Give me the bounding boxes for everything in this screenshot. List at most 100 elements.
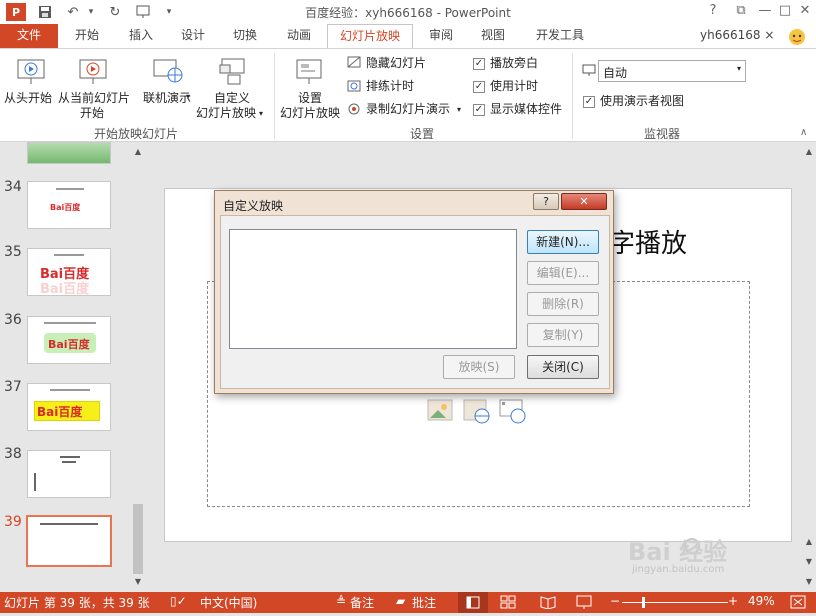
tab-developer[interactable]: 开发工具 xyxy=(528,24,592,48)
remove-show-button[interactable]: 删除(R) xyxy=(527,292,599,316)
setup-slideshow-button[interactable]: 设置 xyxy=(298,91,322,106)
show-button[interactable]: 放映(S) xyxy=(443,355,515,379)
language-status[interactable]: 中文(中国) xyxy=(200,594,257,611)
close-window-button[interactable]: ✕ xyxy=(794,2,816,20)
slide-title[interactable]: 字播放 xyxy=(609,223,687,260)
dialog-close-button[interactable]: ✕ xyxy=(561,193,607,210)
slide-thumbnail[interactable]: Bai百度 xyxy=(27,316,111,364)
setup-slideshow-icon[interactable] xyxy=(294,57,324,90)
slide-thumbnail-selected[interactable] xyxy=(26,515,112,567)
present-online-dropdown-icon[interactable]: ▾ xyxy=(186,89,190,104)
previous-slide-icon[interactable]: ▲ xyxy=(802,536,816,548)
present-online-icon[interactable] xyxy=(152,57,184,90)
insert-picture-icon[interactable] xyxy=(426,396,456,429)
custom-slideshow-button[interactable]: 自定义 xyxy=(214,91,250,106)
slide-number: 36 xyxy=(4,312,22,328)
rehearse-timings-button[interactable]: 排练计时 xyxy=(366,79,414,94)
comments-button[interactable]: 批注 xyxy=(412,594,436,611)
new-show-button[interactable]: 新建(N)... xyxy=(527,230,599,254)
from-current-icon[interactable] xyxy=(78,57,108,90)
custom-slideshow-icon[interactable] xyxy=(218,57,248,90)
scroll-up-icon[interactable]: ▲ xyxy=(131,146,145,158)
slide-thumbnail[interactable] xyxy=(27,450,111,498)
slide-thumbnail[interactable]: Bai百度 Bai百度 xyxy=(27,248,111,297)
from-beginning-icon[interactable] xyxy=(16,57,46,90)
slide-thumbnail[interactable] xyxy=(27,142,111,164)
hide-slide-icon xyxy=(347,55,361,72)
minimize-button[interactable]: — xyxy=(754,2,776,20)
zoom-slider[interactable] xyxy=(622,597,728,608)
hide-slide-button[interactable]: 隐藏幻灯片 xyxy=(366,56,426,71)
tab-home[interactable]: 开始 xyxy=(66,24,108,48)
zoom-out-icon[interactable]: − xyxy=(610,594,620,608)
insert-online-picture-icon[interactable] xyxy=(462,396,492,429)
custom-shows-list[interactable] xyxy=(229,229,517,349)
slide-thumbnail[interactable]: Bai百度 xyxy=(27,181,111,229)
thumbnail-text-line xyxy=(54,254,84,256)
start-group-label: 开始放映幻灯片 xyxy=(93,127,178,141)
show-media-checkbox[interactable]: ✓ xyxy=(473,104,485,116)
collapse-ribbon-icon[interactable]: ∧ xyxy=(800,125,807,140)
slide-thumbnail[interactable]: Bai百度 xyxy=(27,383,111,431)
fit-to-window-icon[interactable] xyxy=(790,595,806,612)
tab-design[interactable]: 设计 xyxy=(172,24,214,48)
baidu-logo: Bai百度 xyxy=(50,203,81,212)
monitor-select-value: 自动 xyxy=(603,66,628,80)
record-slideshow-button[interactable]: 录制幻灯片演示 xyxy=(366,102,450,117)
use-timings-checkbox[interactable]: ✓ xyxy=(473,81,485,93)
zoom-in-icon[interactable]: + xyxy=(728,594,738,608)
dialog-help-button[interactable]: ? xyxy=(533,193,559,210)
scrollbar-thumb[interactable] xyxy=(133,504,143,574)
next-slide-icon[interactable]: ▼ xyxy=(802,556,816,568)
zoom-level[interactable]: 49% xyxy=(748,594,775,608)
dialog-title: 自定义放映 xyxy=(223,199,284,213)
tab-animations[interactable]: 动画 xyxy=(278,24,320,48)
tab-transitions[interactable]: 切换 xyxy=(224,24,266,48)
copy-show-button[interactable]: 复制(Y) xyxy=(527,323,599,347)
tab-insert[interactable]: 插入 xyxy=(120,24,162,48)
group-divider xyxy=(274,53,275,139)
user-account[interactable]: yh666168 × xyxy=(700,24,784,48)
scroll-up-icon[interactable]: ▲ xyxy=(802,146,816,158)
tab-file[interactable]: 文件 xyxy=(0,24,58,48)
slide-count-status[interactable]: 幻灯片 第 39 张，共 39 张 xyxy=(4,594,150,611)
insert-video-icon[interactable] xyxy=(498,396,528,429)
help-button[interactable]: ? xyxy=(702,2,724,20)
from-beginning-button[interactable]: 从头开始 xyxy=(4,91,52,106)
reading-view-icon[interactable] xyxy=(540,595,556,612)
maximize-button[interactable]: □ xyxy=(774,2,796,20)
tab-slideshow[interactable]: 幻灯片放映 xyxy=(327,24,413,49)
ribbon-display-button[interactable]: ⧉ xyxy=(730,2,752,20)
normal-view-button[interactable] xyxy=(458,592,488,613)
monitor-select[interactable]: 自动 ▾ xyxy=(598,60,746,82)
tab-review[interactable]: 审阅 xyxy=(420,24,462,48)
thumbnail-text-line xyxy=(34,473,36,491)
record-dropdown-icon[interactable]: ▾ xyxy=(457,102,461,117)
from-current-button[interactable]: 从当前幻灯片 xyxy=(58,91,130,106)
spell-check-icon[interactable]: ▯✓ xyxy=(170,594,187,608)
notes-button[interactable]: 备注 xyxy=(350,594,374,611)
slide-sorter-view-icon[interactable] xyxy=(500,595,516,612)
slideshow-view-icon[interactable] xyxy=(576,595,592,612)
presenter-view-checkbox[interactable]: ✓ xyxy=(583,96,595,108)
scroll-down-icon[interactable]: ▼ xyxy=(802,576,816,588)
monitor-icon xyxy=(582,63,596,80)
custom-slideshow-dropdown-icon[interactable]: ▾ xyxy=(259,106,263,121)
thumbnail-scrollbar[interactable]: ▲ ▼ xyxy=(131,142,145,592)
edit-show-button[interactable]: 编辑(E)... xyxy=(527,261,599,285)
slide-number: 38 xyxy=(4,446,22,462)
present-online-button[interactable]: 联机演示 xyxy=(143,91,191,106)
dialog-body: 新建(N)... 编辑(E)... 删除(R) 复制(Y) 放映(S) 关闭(C… xyxy=(220,215,610,389)
scroll-down-icon[interactable]: ▼ xyxy=(131,576,145,588)
zoom-slider-thumb[interactable] xyxy=(642,597,645,608)
monitor-group-label: 监视器 xyxy=(643,127,680,141)
watermark-url: jingyan.baidu.com xyxy=(632,564,725,575)
close-dialog-button[interactable]: 关闭(C) xyxy=(527,355,599,379)
play-narrations-checkbox[interactable]: ✓ xyxy=(473,58,485,70)
thumbnail-text-line xyxy=(40,523,98,525)
app-title: 百度经验：xyh666168 - PowerPoint xyxy=(305,6,511,20)
tab-view[interactable]: 视图 xyxy=(472,24,514,48)
editor-scrollbar[interactable]: ▲ ▲ ▼ ▼ xyxy=(802,142,816,592)
avatar[interactable] xyxy=(786,26,808,46)
thumbnail-text-line xyxy=(62,461,76,463)
